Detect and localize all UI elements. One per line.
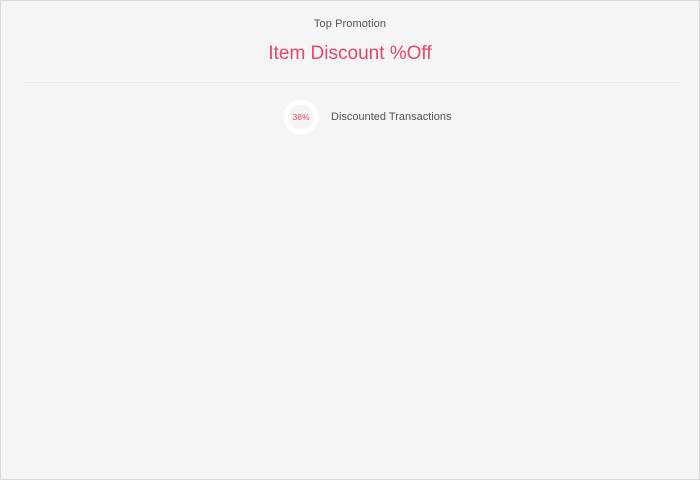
panel-subtitle: Top Promotion <box>313 18 387 30</box>
metric-label: Discounted Transactions <box>331 111 452 123</box>
panel-title: Item Discount %Off <box>268 43 432 64</box>
header-divider <box>23 82 679 83</box>
discounted-transactions-metric: 38% Discounted Transactions <box>283 99 451 135</box>
promotion-panel: Top Promotion Item Discount %Off 38% Dis… <box>0 0 700 480</box>
progress-ring: 38% <box>283 99 319 135</box>
progress-ring-value: 38% <box>292 112 310 122</box>
